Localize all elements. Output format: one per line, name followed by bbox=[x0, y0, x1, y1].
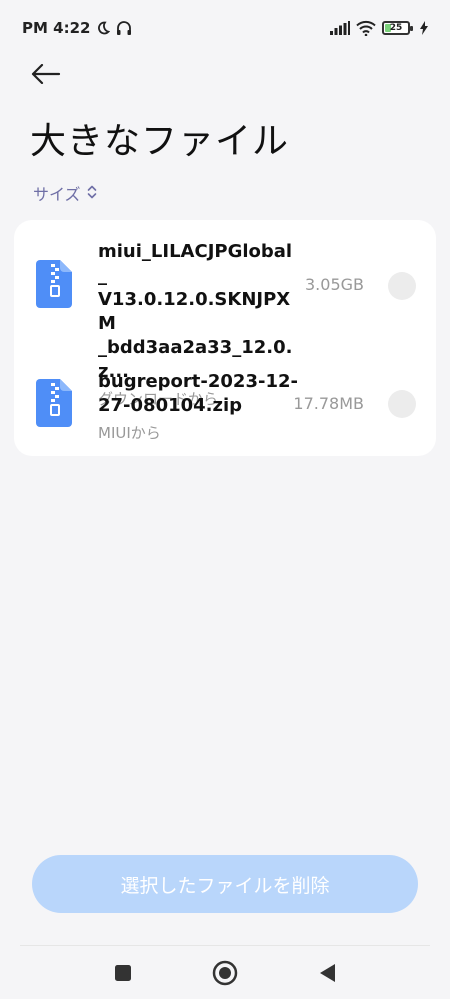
nav-divider bbox=[20, 945, 430, 946]
recents-square-icon[interactable] bbox=[108, 958, 138, 988]
file-name-line: V13.0.12.0.SKNJPXM bbox=[98, 289, 291, 334]
file-text: bugreport-2023-12- 27-080104.zip MIUIから bbox=[98, 370, 298, 443]
back-triangle-icon[interactable] bbox=[312, 958, 342, 988]
file-list-item[interactable]: bugreport-2023-12- 27-080104.zip MIUIから … bbox=[14, 340, 436, 456]
delete-selected-files-button[interactable]: 選択したファイルを削除 bbox=[32, 855, 418, 913]
file-name-line: miui_LILACJPGlobal_ bbox=[98, 241, 293, 286]
file-name-line: 27-080104.zip bbox=[98, 395, 243, 416]
select-checkbox[interactable] bbox=[388, 390, 416, 418]
file-source: MIUIから bbox=[98, 424, 161, 442]
file-size: 3.05GB bbox=[305, 275, 364, 294]
charging-icon bbox=[420, 21, 428, 35]
file-list-item[interactable]: miui_LILACJPGlobal_ V13.0.12.0.SKNJPXM _… bbox=[14, 220, 436, 408]
status-time: PM 4:22 bbox=[22, 19, 91, 37]
battery-icon: 25 bbox=[382, 21, 413, 35]
home-circle-icon[interactable] bbox=[210, 958, 240, 988]
sort-updown-icon bbox=[87, 184, 97, 203]
signal-icon bbox=[330, 21, 350, 35]
zip-file-icon bbox=[36, 379, 72, 427]
arrow-left-icon bbox=[31, 63, 61, 88]
status-bar: PM 4:22 25 bbox=[0, 0, 450, 56]
file-name-line: bugreport-2023-12- bbox=[98, 371, 298, 392]
file-list-card: miui_LILACJPGlobal_ V13.0.12.0.SKNJPXM _… bbox=[14, 220, 436, 456]
file-name: bugreport-2023-12- 27-080104.zip bbox=[98, 370, 298, 418]
battery-level: 25 bbox=[389, 23, 403, 33]
page-title: 大きなファイル bbox=[30, 121, 290, 162]
sort-control[interactable]: サイズ bbox=[33, 181, 97, 205]
navigation-bar bbox=[0, 948, 450, 999]
headphones-icon bbox=[116, 20, 132, 36]
wifi-icon bbox=[356, 20, 376, 36]
select-checkbox[interactable] bbox=[388, 272, 416, 300]
file-size: 17.78MB bbox=[293, 394, 364, 413]
sort-label: サイズ bbox=[33, 185, 81, 204]
back-button[interactable] bbox=[28, 58, 64, 94]
moon-icon bbox=[96, 21, 111, 35]
zip-file-icon bbox=[36, 260, 72, 308]
